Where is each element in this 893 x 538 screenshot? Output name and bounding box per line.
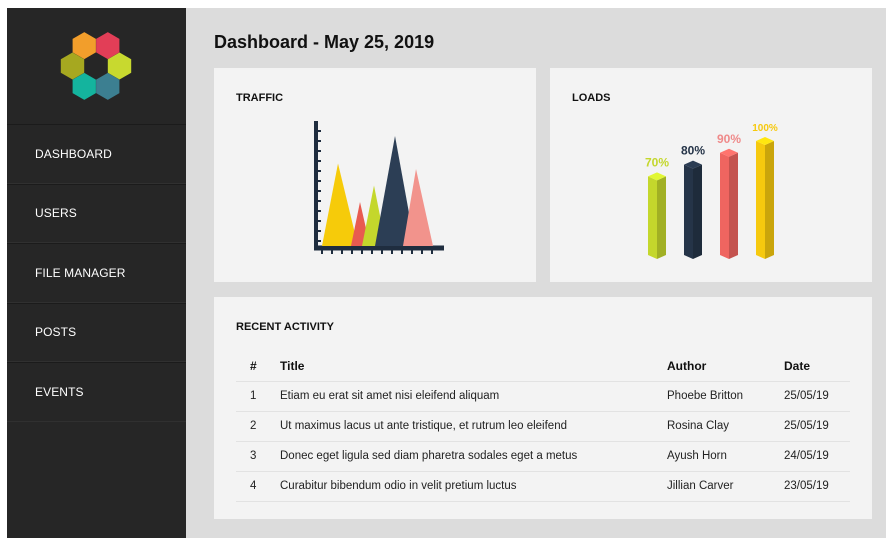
sidebar-item-label: FILE MANAGER <box>35 265 126 280</box>
sidebar-item-label: EVENTS <box>35 384 84 399</box>
sidebar-item-posts[interactable]: POSTS <box>7 302 186 362</box>
sidebar-item-label: USERS <box>35 206 77 221</box>
column-header-title[interactable]: Title <box>280 351 667 382</box>
sidebar: DASHBOARD USERS FILE MANAGER POSTS EVENT… <box>7 8 186 538</box>
loads-bar-side <box>657 176 666 259</box>
app-window: DASHBOARD USERS FILE MANAGER POSTS EVENT… <box>7 8 886 538</box>
page-title: Dashboard - May 25, 2019 <box>214 32 435 52</box>
cell-date: 23/05/19 <box>784 471 850 502</box>
sidebar-item-events[interactable]: EVENTS <box>7 362 186 422</box>
cell-author: Rosina Clay <box>667 411 784 442</box>
sidebar-item-users[interactable]: USERS <box>7 183 186 243</box>
loads-bar-label: 90% <box>717 132 741 146</box>
loads-card: LOADS 70% 80% 90% 100% <box>550 68 872 282</box>
loads-bar <box>756 141 765 259</box>
column-header-number[interactable]: # <box>236 351 280 382</box>
loads-bar <box>648 176 657 259</box>
cell-title: Donec eget ligula sed diam pharetra soda… <box>280 441 667 472</box>
cell-title: Curabitur bibendum odio in velit pretium… <box>280 471 667 502</box>
cell-title: Etiam eu erat sit amet nisi eleifend ali… <box>280 381 667 412</box>
recent-activity-card: RECENT ACTIVITY # Title Author Date 1 Et… <box>214 297 872 519</box>
table-row[interactable]: 3 Donec eget ligula sed diam pharetra so… <box>236 441 850 472</box>
loads-bar-label: 100% <box>752 123 778 134</box>
loads-chart: 70% 80% 90% 100% <box>645 123 778 259</box>
sidebar-item-label: POSTS <box>35 325 77 340</box>
recent-activity-title: RECENT ACTIVITY <box>236 321 334 333</box>
cell-title: Ut maximus lacus ut ante tristique, et r… <box>280 411 667 442</box>
table-row[interactable]: 4 Curabitur bibendum odio in velit preti… <box>236 471 850 502</box>
cell-author: Ayush Horn <box>667 441 784 472</box>
cell-number: 1 <box>236 381 280 412</box>
table-row[interactable]: 2 Ut maximus lacus ut ante tristique, et… <box>236 411 850 442</box>
sidebar-nav: DASHBOARD USERS FILE MANAGER POSTS EVENT… <box>7 124 186 422</box>
loads-bar <box>720 152 729 259</box>
cell-date: 25/05/19 <box>784 411 850 442</box>
main-content: Dashboard - May 25, 2019 TRAFFIC LOADS 7… <box>186 8 886 538</box>
sidebar-item-file-manager[interactable]: FILE MANAGER <box>7 243 186 303</box>
activity-table: # Title Author Date 1 Etiam eu erat sit … <box>236 351 850 502</box>
loads-bar-side <box>729 152 738 259</box>
loads-bar-label: 80% <box>681 144 705 158</box>
hexagon-logo[interactable] <box>7 8 186 124</box>
cell-author: Jillian Carver <box>667 471 784 502</box>
column-header-date[interactable]: Date <box>784 351 850 382</box>
table-row[interactable]: 1 Etiam eu erat sit amet nisi eleifend a… <box>236 381 850 412</box>
loads-bar-side <box>765 141 774 259</box>
table-header-row: # Title Author Date <box>236 351 850 382</box>
cell-number: 4 <box>236 471 280 502</box>
cell-number: 2 <box>236 411 280 442</box>
hexagon-logo-icon <box>60 32 132 100</box>
cell-number: 3 <box>236 441 280 472</box>
sidebar-item-dashboard[interactable]: DASHBOARD <box>7 124 186 184</box>
cell-date: 25/05/19 <box>784 381 850 412</box>
column-header-author[interactable]: Author <box>667 351 784 382</box>
traffic-card: TRAFFIC <box>214 68 536 282</box>
loads-bar-label: 70% <box>645 155 669 169</box>
loads-bar-side <box>693 164 702 259</box>
cell-author: Phoebe Britton <box>667 381 784 412</box>
traffic-chart <box>314 121 444 254</box>
sidebar-item-label: DASHBOARD <box>35 146 112 161</box>
cell-date: 24/05/19 <box>784 441 850 472</box>
loads-bar <box>684 164 693 259</box>
traffic-peak <box>322 163 358 246</box>
